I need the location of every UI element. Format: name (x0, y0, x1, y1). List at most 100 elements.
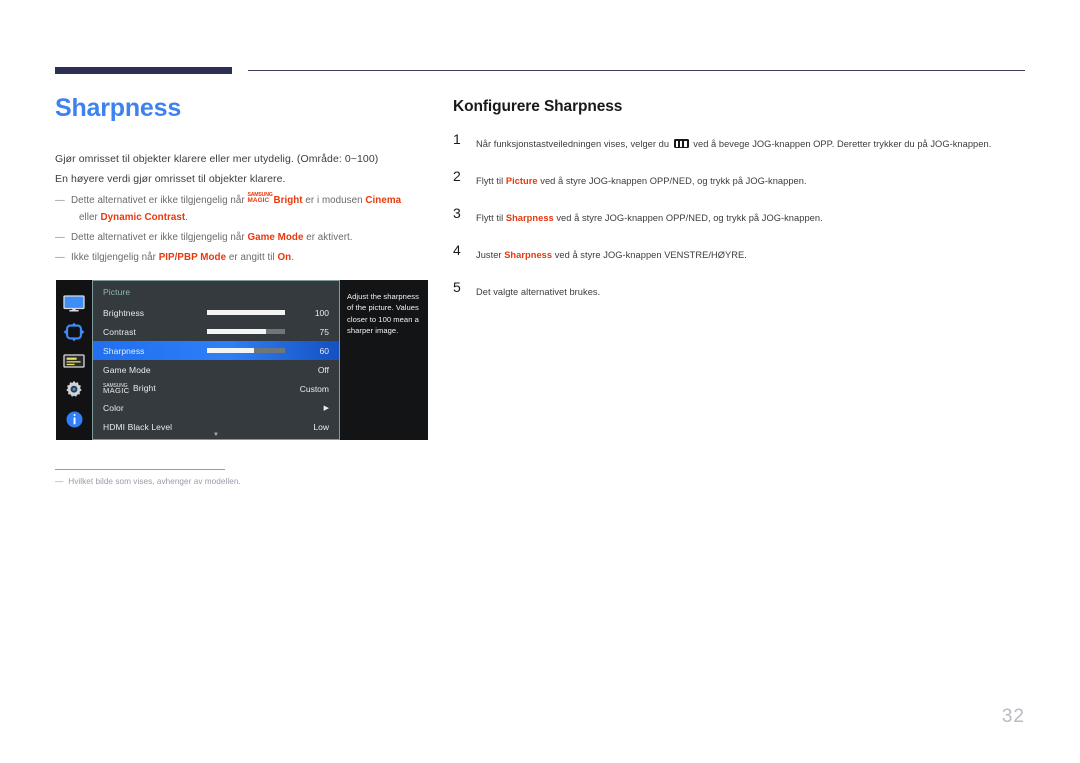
samsung-magic-logo-osd: SAMSUNG MAGIC (103, 383, 133, 396)
note-keyword-pip-pbp: PIP/PBP Mode (158, 252, 227, 263)
note-continuation: eller Dynamic Contrast. (71, 209, 425, 226)
step-text-pre: Når funksjonstastveiledningen vises, vel… (476, 139, 672, 149)
note-text-post: . (291, 252, 294, 263)
note-cont-pre: eller (79, 212, 101, 223)
body-paragraph-higher: En høyere verdi gjør omrisset til objekt… (55, 173, 286, 185)
onscreen-display-icon[interactable] (62, 350, 86, 372)
header-rule-thin (248, 70, 1025, 71)
header-rule-thick (55, 67, 232, 74)
osd-row-label: Color (103, 402, 124, 413)
footnote: ― Hvilket bilde som vises, avhenger av mo… (55, 477, 241, 486)
step-text-pre: Det valgte alternativet brukes. (476, 287, 601, 297)
osd-row-value: 75 (319, 326, 329, 337)
note-keyword-game-mode: Game Mode (247, 232, 304, 243)
step-5: 5 Det valgte alternativet brukes. (453, 279, 1033, 312)
sharpness-slider[interactable] (207, 348, 285, 353)
step-text-pre: Flytt til (476, 176, 506, 186)
step-text-post: ved å styre JOG-knappen OPP/NED, og tryk… (537, 176, 807, 186)
step-text: Det valgte alternativet brukes. (476, 287, 600, 297)
section-title: Konfigurere Sharpness (453, 98, 623, 115)
footnote-text: Hvilket bilde som vises, avhenger av mod… (68, 477, 241, 486)
page-title: Sharpness (55, 94, 182, 122)
osd-description-panel: Adjust the sharpness of the picture. Val… (340, 280, 428, 440)
osd-row-value: Low (313, 421, 329, 432)
step-text: Når funksjonstastveiledningen vises, vel… (476, 139, 991, 149)
osd-row-label: SAMSUNG MAGIC Bright (103, 382, 156, 396)
step-text: Flytt til Sharpness ved å styre JOG-knap… (476, 213, 823, 223)
note-keyword-on: On (277, 252, 292, 263)
osd-row-value: Off (317, 364, 329, 375)
brightness-slider[interactable] (207, 310, 285, 315)
osd-row-magicbright[interactable]: SAMSUNG MAGIC Bright Custom (93, 379, 339, 398)
note-text-mid: er angitt til (226, 252, 278, 263)
osd-row-label: HDMI Black Level (103, 421, 173, 432)
step-text-post: ved å bevege JOG-knappen OPP. Deretter t… (690, 139, 992, 149)
note-text-pre: Dette alternativet er ikke tilgjengelig … (71, 195, 248, 206)
scroll-down-caret-icon[interactable]: ▼ (93, 432, 339, 438)
step-text-pre: Juster (476, 250, 505, 260)
step-text-pre: Flytt til (476, 213, 506, 223)
step-number: 4 (453, 242, 461, 258)
step-keyword-picture: Picture (505, 176, 538, 186)
osd-row-slider-wrap (144, 310, 295, 315)
osd-row-value: Custom (299, 383, 329, 394)
osd-row-label: Brightness (103, 307, 145, 318)
footnote-dash: ― (55, 477, 64, 486)
step-text: Juster Sharpness ved å styre JOG-knappen… (476, 250, 747, 260)
osd-row-label: Game Mode (103, 364, 151, 375)
system-gear-icon[interactable] (62, 379, 86, 401)
step-text-post: ved å styre JOG-knappen VENSTRE/HØYRE. (552, 250, 747, 260)
magic-line2: MAGIC (247, 197, 270, 204)
step-number: 2 (453, 168, 461, 184)
note-game-mode: ― Dette alternativet er ikke tilgjengeli… (55, 229, 425, 246)
step-number: 1 (453, 131, 461, 147)
step-text: Flytt til Picture ved å styre JOG-knappe… (476, 176, 807, 186)
step-4: 4 Juster Sharpness ved å styre JOG-knapp… (453, 242, 1033, 275)
left-column: Sharpness Gjør omrisset til objekter kla… (55, 96, 425, 266)
osd-row-slider-wrap (136, 329, 295, 334)
osd-menu-title: Picture (103, 287, 131, 297)
body-paragraph-range: Gjør omrisset til objekter klarere eller… (55, 153, 379, 165)
note-text-pre: Ikke tilgjengelig når (71, 252, 159, 263)
osd-row-value: 60 (319, 345, 329, 356)
osd-row-value: 100 (314, 307, 329, 318)
step-3: 3 Flytt til Sharpness ved å styre JOG-kn… (453, 205, 1033, 238)
note-pip-pbp: ― Ikke tilgjengelig når PIP/PBP Mode er … (55, 249, 425, 266)
step-number: 3 (453, 205, 461, 221)
osd-row-game-mode[interactable]: Game Mode Off (93, 360, 339, 379)
note-dash: ― (55, 195, 65, 206)
osd-row-slider-wrap (145, 348, 295, 353)
magic-line2: MAGIC (103, 386, 130, 396)
pip-arrows-icon[interactable] (62, 321, 86, 343)
note-text-pre: Dette alternativet er ikke tilgjengelig … (71, 232, 248, 243)
step-keyword-sharpness: Sharpness (505, 213, 554, 223)
note-dash: ― (55, 232, 65, 243)
note-keyword-cinema: Cinema (365, 195, 402, 206)
osd-row-sharpness[interactable]: Sharpness 60 (93, 341, 339, 360)
samsung-magic-logo: SAMSUNG MAGIC (247, 192, 273, 204)
footnote-rule (55, 469, 225, 470)
note-text-post: er aktivert. (303, 232, 353, 243)
step-1: 1 Når funksjonstastveiledningen vises, v… (453, 131, 1033, 164)
step-2: 2 Flytt til Picture ved å styre JOG-knap… (453, 168, 1033, 201)
note-cont-post: . (185, 212, 188, 223)
osd-menu-screenshot: Picture Brightness 100 Contrast 75 Sharp… (56, 280, 428, 440)
contrast-slider[interactable] (207, 329, 285, 334)
note-keyword-dynamic-contrast: Dynamic Contrast (100, 212, 186, 223)
osd-row-color[interactable]: Color ▶ (93, 398, 339, 417)
submenu-chevron-right-icon: ▶ (323, 404, 329, 412)
osd-row-label: Contrast (103, 326, 136, 337)
information-icon[interactable] (62, 408, 86, 430)
note-text-mid: er i modusen (302, 195, 366, 206)
magic-suffix: Bright (133, 382, 156, 393)
osd-row-contrast[interactable]: Contrast 75 (93, 322, 339, 341)
monitor-icon[interactable] (62, 292, 86, 314)
osd-row-label: Sharpness (103, 345, 145, 356)
note-keyword-bright: Bright (273, 195, 303, 206)
osd-picture-menu: Picture Brightness 100 Contrast 75 Sharp… (92, 280, 340, 440)
note-magicbright: ― Dette alternativet er ikke tilgjengeli… (55, 192, 425, 226)
note-dash: ― (55, 252, 65, 263)
page-number: 32 (1001, 706, 1025, 727)
step-keyword-sharpness: Sharpness (504, 250, 553, 260)
osd-row-brightness[interactable]: Brightness 100 (93, 303, 339, 322)
